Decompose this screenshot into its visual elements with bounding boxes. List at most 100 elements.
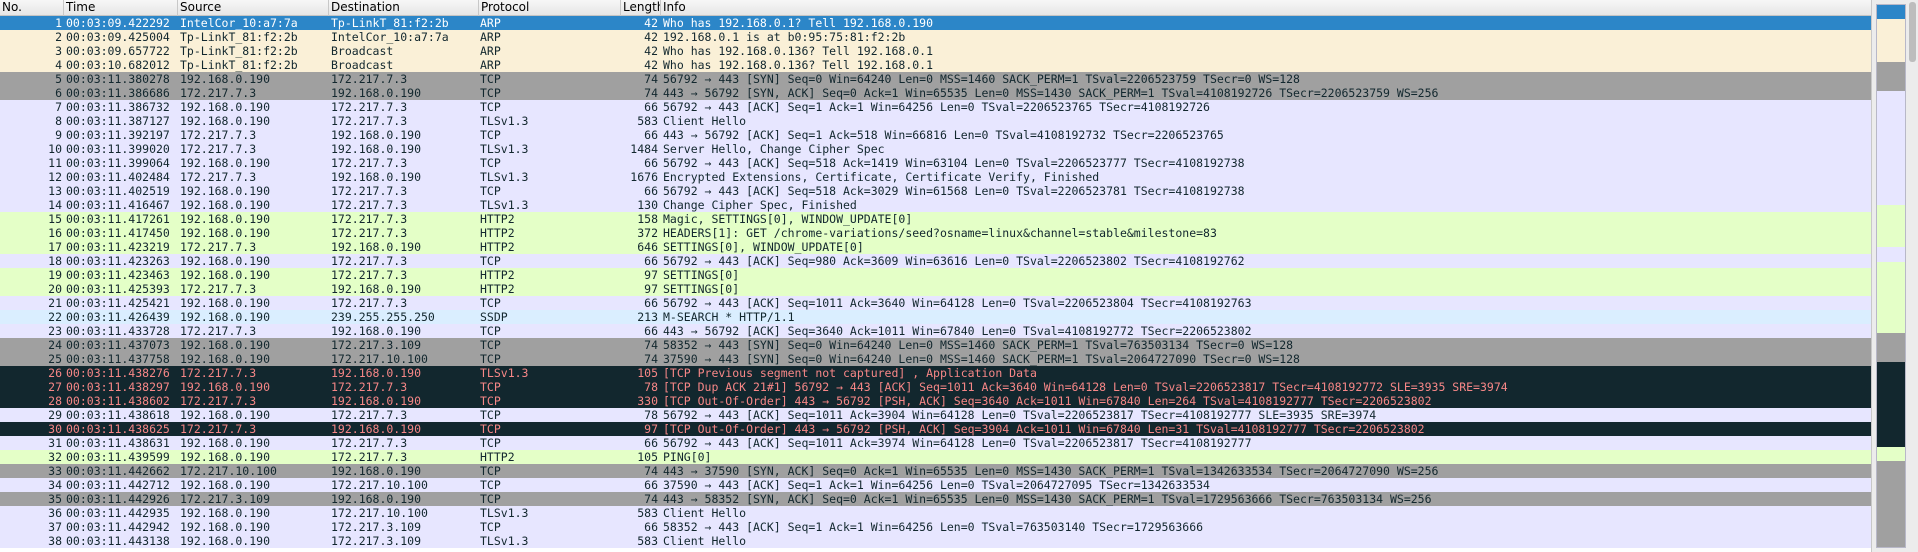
packet-row[interactable]: 9 00:03:11.392197 172.217.7.3 192.168.0.190… bbox=[0, 128, 1871, 142]
minimap-band bbox=[1877, 361, 1905, 448]
packet-row[interactable]: 23 00:03:11.433728 172.217.7.3 192.168.0.19… bbox=[0, 324, 1871, 338]
packet-row[interactable]: 26 00:03:11.438276 172.217.7.3 192.168.0.19… bbox=[0, 366, 1871, 380]
packet-row[interactable]: 3 00:03:09.657722 Tp-LinkT_81:f2:2b Broadca… bbox=[0, 44, 1871, 58]
packet-length: 583 bbox=[637, 534, 658, 548]
packet-time: 00:03:11.399064 bbox=[66, 156, 170, 170]
packet-source: 192.168.0.190 bbox=[180, 184, 271, 198]
packet-protocol: HTTP2 bbox=[480, 282, 515, 296]
packet-row[interactable]: 27 00:03:11.438297 192.168.0.190 172.217.7.… bbox=[0, 380, 1871, 394]
packet-row[interactable]: 12 00:03:11.402484 172.217.7.3 192.168.0.19… bbox=[0, 170, 1871, 184]
packet-row[interactable]: 32 00:03:11.439599 192.168.0.190 172.217.7.… bbox=[0, 450, 1871, 464]
packet-info: SETTINGS[0] bbox=[663, 282, 740, 296]
packet-row[interactable]: 36 00:03:11.442935 192.168.0.190 172.217.10… bbox=[0, 506, 1871, 520]
packet-row[interactable]: 21 00:03:11.425421 192.168.0.190 172.217.7.… bbox=[0, 296, 1871, 310]
packet-protocol: TCP bbox=[480, 324, 501, 338]
packet-protocol: TCP bbox=[480, 184, 501, 198]
packet-minimap[interactable] bbox=[1876, 4, 1906, 548]
packet-row[interactable]: 35 00:03:11.442926 172.217.3.109 192.168.0.… bbox=[0, 492, 1871, 506]
packet-number: 17 bbox=[48, 240, 62, 254]
packet-number: 28 bbox=[48, 394, 62, 408]
packet-time: 00:03:09.657722 bbox=[66, 44, 170, 58]
packet-destination: 172.217.3.109 bbox=[331, 534, 422, 548]
packet-source: 192.168.0.190 bbox=[180, 310, 271, 324]
packet-row[interactable]: 19 00:03:11.423463 192.168.0.190 172.217.7.… bbox=[0, 268, 1871, 282]
packet-row[interactable]: 34 00:03:11.442712 192.168.0.190 172.217.10… bbox=[0, 478, 1871, 492]
packet-row[interactable]: 17 00:03:11.423219 172.217.7.3 192.168.0.19… bbox=[0, 240, 1871, 254]
minimap-band bbox=[1877, 461, 1905, 547]
packet-source: 172.217.3.109 bbox=[180, 492, 271, 506]
packet-protocol: TCP bbox=[480, 422, 501, 436]
packet-destination: 192.168.0.190 bbox=[331, 492, 422, 506]
packet-source: 192.168.0.190 bbox=[180, 254, 271, 268]
column-header-protocol[interactable]: Protocol bbox=[479, 0, 621, 16]
packet-row[interactable]: 28 00:03:11.438602 172.217.7.3 192.168.0.19… bbox=[0, 394, 1871, 408]
packet-row[interactable]: 24 00:03:11.437073 192.168.0.190 172.217.3.… bbox=[0, 338, 1871, 352]
packet-length: 78 bbox=[644, 380, 658, 394]
packet-time: 00:03:11.402484 bbox=[66, 170, 170, 184]
packet-source: IntelCor_10:a7:7a bbox=[180, 16, 298, 30]
packet-number: 18 bbox=[48, 254, 62, 268]
packet-protocol: HTTP2 bbox=[480, 226, 515, 240]
packet-row[interactable]: 1 00:03:09.422292 IntelCor_10:a7:7a Tp-Link… bbox=[0, 16, 1871, 30]
packet-row[interactable]: 2 00:03:09.425004 Tp-LinkT_81:f2:2b IntelCo… bbox=[0, 30, 1871, 44]
packet-info: 58352 → 443 [ACK] Seq=1 Ack=1 Win=64256 … bbox=[663, 520, 1204, 534]
column-header-source[interactable]: Source bbox=[178, 0, 329, 16]
packet-length: 66 bbox=[644, 184, 658, 198]
packet-length: 583 bbox=[637, 506, 658, 520]
packet-row[interactable]: 5 00:03:11.380278 192.168.0.190 172.217.7.3… bbox=[0, 72, 1871, 86]
packet-number: 24 bbox=[48, 338, 62, 352]
packet-time: 00:03:11.416467 bbox=[66, 198, 170, 212]
packet-destination: 172.217.7.3 bbox=[331, 436, 408, 450]
packet-source: 192.168.0.190 bbox=[180, 268, 271, 282]
packet-info: Who has 192.168.0.136? Tell 192.168.0.1 bbox=[663, 58, 934, 72]
packet-info: Magic, SETTINGS[0], WINDOW_UPDATE[0] bbox=[663, 212, 913, 226]
packet-time: 00:03:11.442935 bbox=[66, 506, 170, 520]
column-header-length[interactable]: Length bbox=[621, 0, 661, 16]
packet-row[interactable]: 25 00:03:11.437758 192.168.0.190 172.217.10… bbox=[0, 352, 1871, 366]
packet-protocol: HTTP2 bbox=[480, 240, 515, 254]
packet-protocol: TCP bbox=[480, 478, 501, 492]
column-header-info[interactable]: Info bbox=[661, 0, 1871, 16]
packet-row[interactable]: 30 00:03:11.438625 172.217.7.3 192.168.0.19… bbox=[0, 422, 1871, 436]
packet-protocol: TCP bbox=[480, 464, 501, 478]
packet-row[interactable]: 8 00:03:11.387127 192.168.0.190 172.217.7.3… bbox=[0, 114, 1871, 128]
packet-minimap-scrollbar[interactable] bbox=[1871, 0, 1918, 552]
packet-destination: 172.217.7.3 bbox=[331, 114, 408, 128]
packet-row[interactable]: 22 00:03:11.426439 192.168.0.190 239.255.25… bbox=[0, 310, 1871, 324]
packet-row[interactable]: 4 00:03:10.682012 Tp-LinkT_81:f2:2b Broadca… bbox=[0, 58, 1871, 72]
packet-number: 8 bbox=[55, 114, 62, 128]
packet-row[interactable]: 14 00:03:11.416467 192.168.0.190 172.217.7.… bbox=[0, 198, 1871, 212]
packet-row[interactable]: 20 00:03:11.425393 172.217.7.3 192.168.0.19… bbox=[0, 282, 1871, 296]
packet-destination: 172.217.7.3 bbox=[331, 198, 408, 212]
packet-row[interactable]: 13 00:03:11.402519 192.168.0.190 172.217.7.… bbox=[0, 184, 1871, 198]
packet-destination: 192.168.0.190 bbox=[331, 86, 422, 100]
packet-source: 192.168.0.190 bbox=[180, 198, 271, 212]
packet-list[interactable]: 1 00:03:09.422292 IntelCor_10:a7:7a Tp-Link… bbox=[0, 16, 1871, 552]
scrollbar-thumb[interactable] bbox=[1909, 2, 1916, 62]
packet-info: Client Hello bbox=[663, 506, 747, 520]
packet-row[interactable]: 15 00:03:11.417261 192.168.0.190 172.217.7.… bbox=[0, 212, 1871, 226]
packet-row[interactable]: 31 00:03:11.438631 192.168.0.190 172.217.7.… bbox=[0, 436, 1871, 450]
packet-protocol: HTTP2 bbox=[480, 450, 515, 464]
column-header-destination[interactable]: Destination bbox=[329, 0, 479, 16]
packet-protocol: HTTP2 bbox=[480, 212, 515, 226]
packet-row[interactable]: 6 00:03:11.386686 172.217.7.3 192.168.0.190… bbox=[0, 86, 1871, 100]
packet-info: Server Hello, Change Cipher Spec bbox=[663, 142, 885, 156]
packet-destination: 192.168.0.190 bbox=[331, 142, 422, 156]
packet-row[interactable]: 33 00:03:11.442662 172.217.10.100 192.168.0… bbox=[0, 464, 1871, 478]
packet-row[interactable]: 7 00:03:11.386732 192.168.0.190 172.217.7.3… bbox=[0, 100, 1871, 114]
packet-row[interactable]: 38 00:03:11.443138 192.168.0.190 172.217.3.… bbox=[0, 534, 1871, 548]
packet-row[interactable]: 37 00:03:11.442942 192.168.0.190 172.217.3.… bbox=[0, 520, 1871, 534]
packet-number: 20 bbox=[48, 282, 62, 296]
packet-row[interactable]: 18 00:03:11.423263 192.168.0.190 172.217.7.… bbox=[0, 254, 1871, 268]
packet-destination: 192.168.0.190 bbox=[331, 422, 422, 436]
packet-number: 38 bbox=[48, 534, 62, 548]
column-header-time[interactable]: Time bbox=[64, 0, 178, 16]
packet-row[interactable]: 10 00:03:11.399020 172.217.7.3 192.168.0.19… bbox=[0, 142, 1871, 156]
packet-row[interactable]: 11 00:03:11.399064 192.168.0.190 172.217.7.… bbox=[0, 156, 1871, 170]
packet-protocol: TCP bbox=[480, 128, 501, 142]
packet-row[interactable]: 16 00:03:11.417450 192.168.0.190 172.217.7.… bbox=[0, 226, 1871, 240]
column-header-no[interactable]: No. bbox=[0, 0, 64, 16]
packet-list-header: No. Time Source Destination Protocol Len… bbox=[0, 0, 1871, 16]
packet-row[interactable]: 29 00:03:11.438618 192.168.0.190 172.217.7.… bbox=[0, 408, 1871, 422]
